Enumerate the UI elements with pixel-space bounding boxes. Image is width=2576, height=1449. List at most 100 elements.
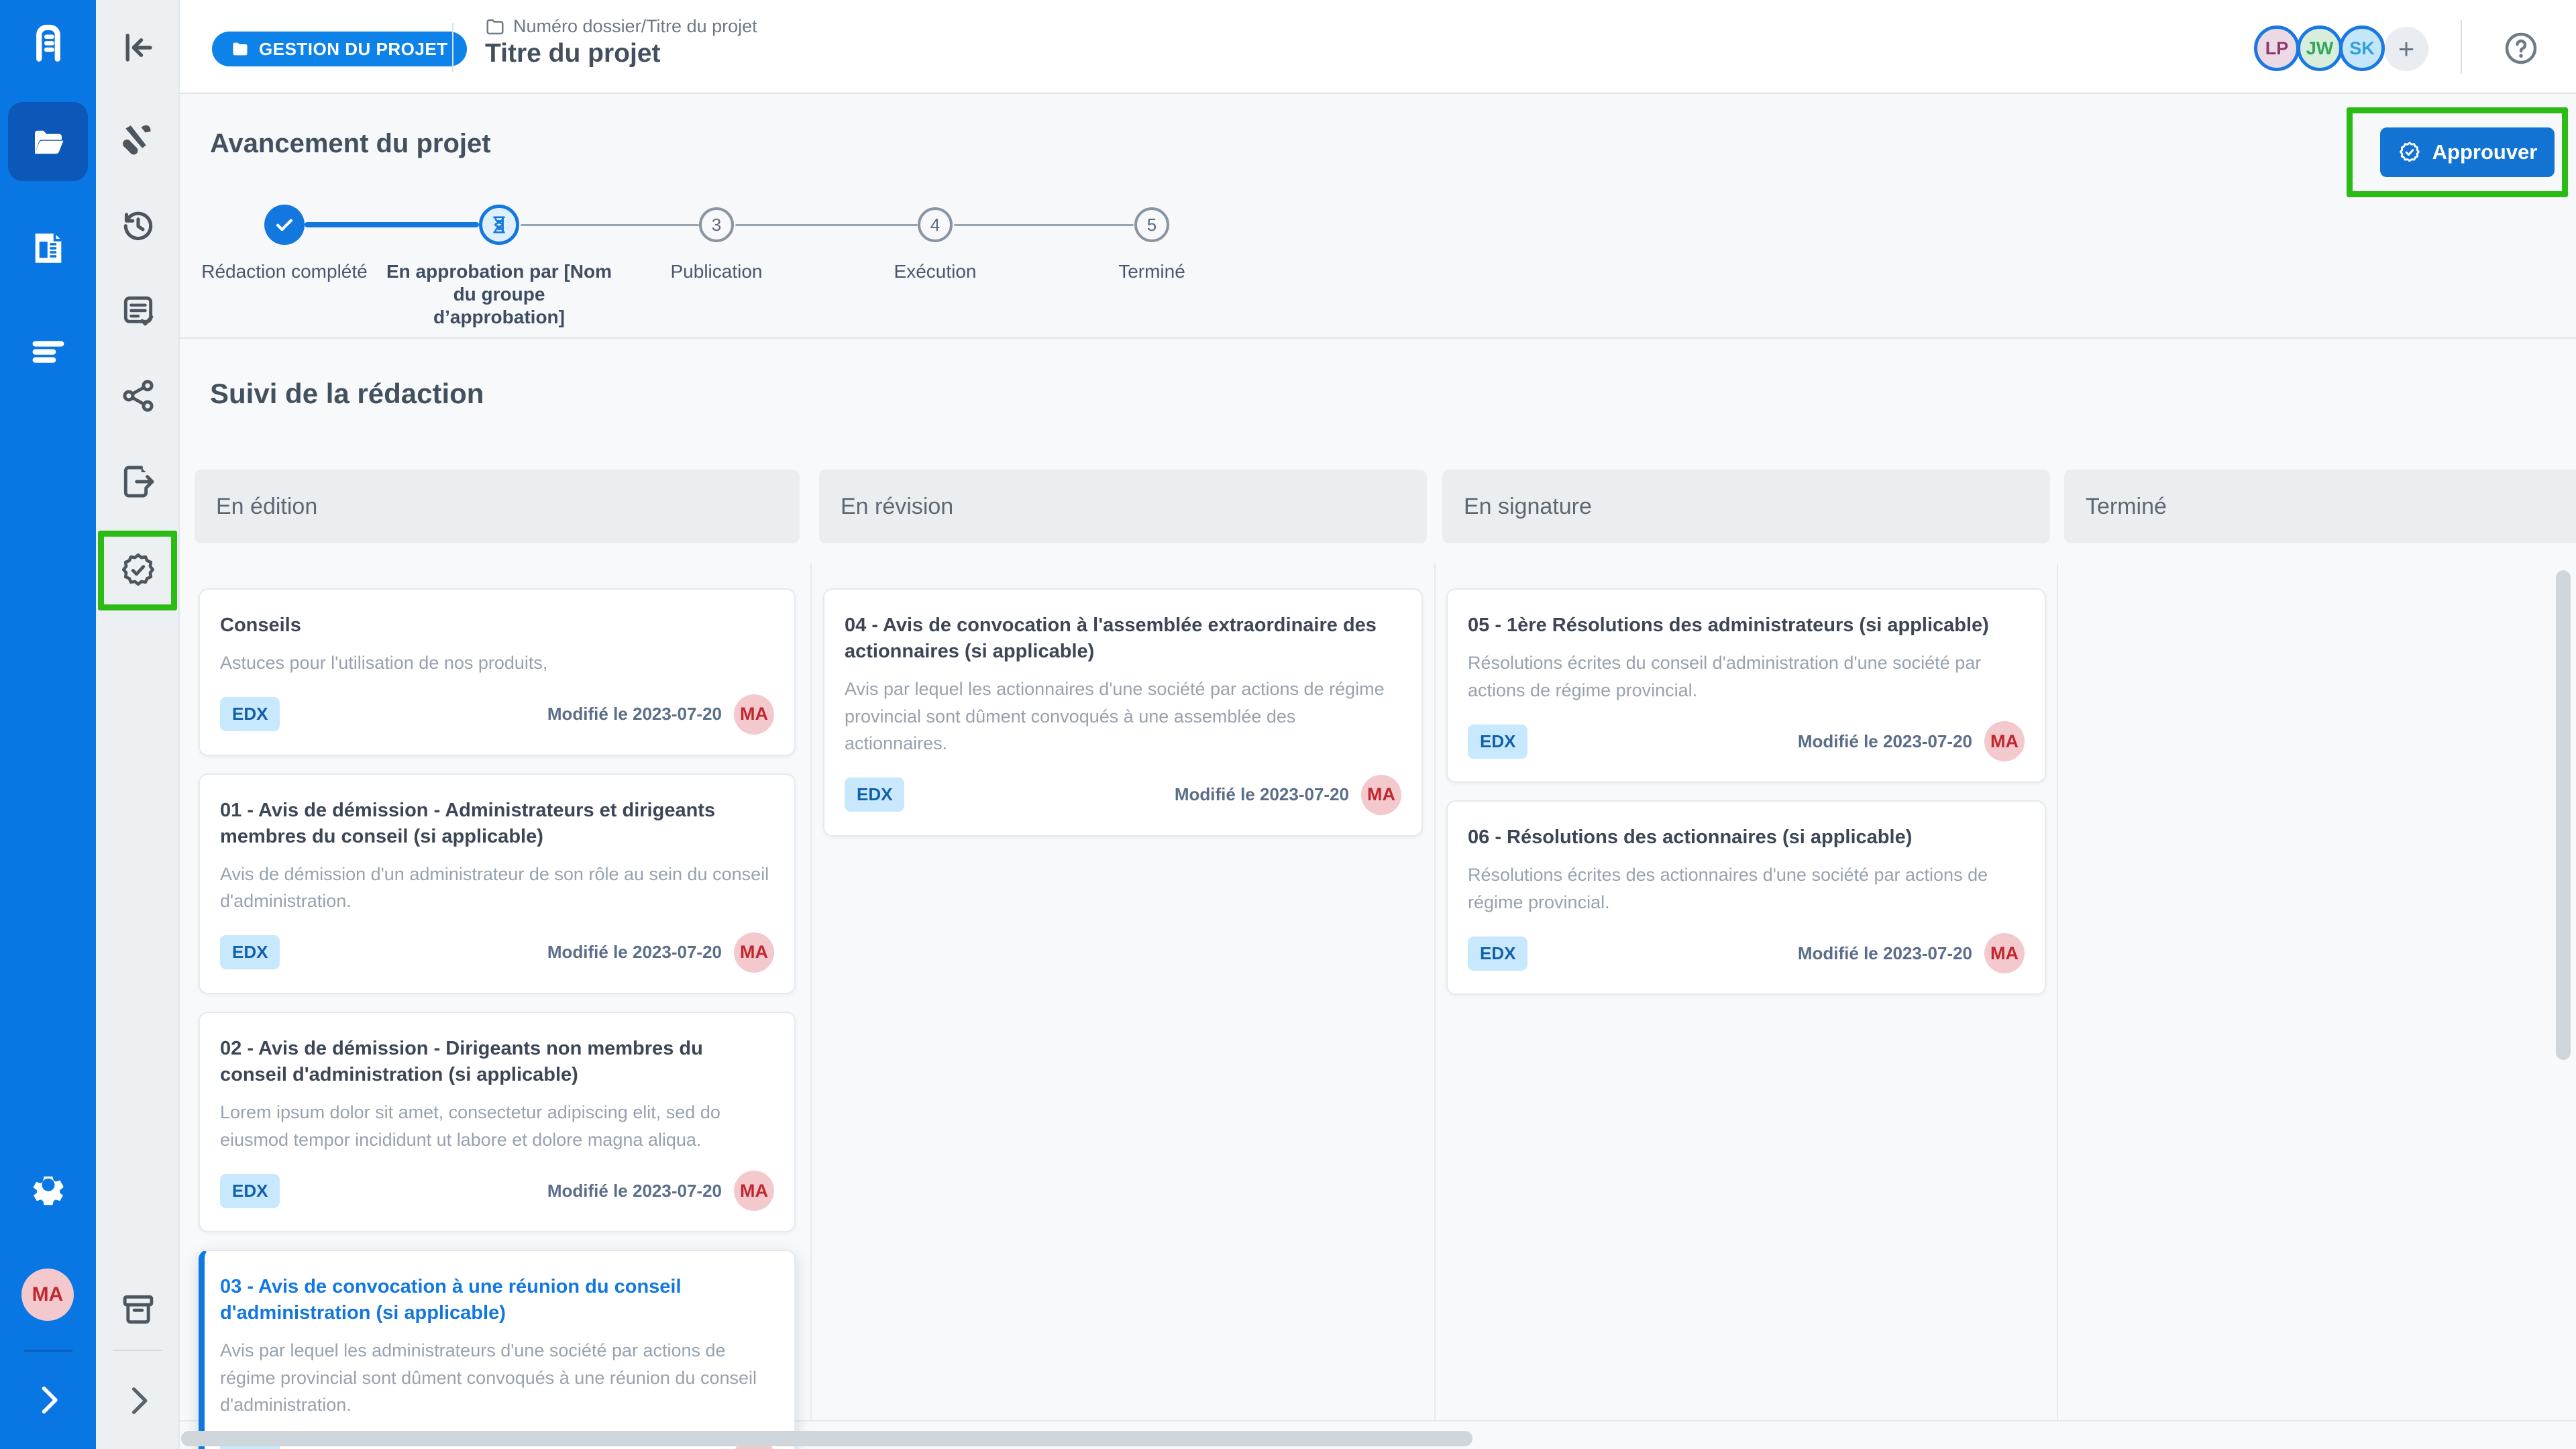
- column-divider: [1434, 564, 1436, 1420]
- project-management-badge[interactable]: GESTION DU PROJET: [212, 32, 467, 66]
- history-icon[interactable]: [117, 204, 159, 246]
- sidebar-divider: [113, 1350, 162, 1351]
- modified-date-label: Modifié le 2023-07-20: [547, 1181, 722, 1201]
- stepper-segment-done: [305, 222, 479, 227]
- card-description: Lorem ipsum dolor sit amet, consectetur …: [220, 1099, 774, 1153]
- member-avatar[interactable]: SK: [2339, 25, 2385, 71]
- sidebar-item-projects-active[interactable]: [8, 102, 88, 181]
- card-title: 04 - Avis de convocation à l'assemblée e…: [845, 612, 1401, 665]
- step-2-current-circle: [479, 205, 519, 245]
- current-user-avatar[interactable]: MA: [21, 1269, 74, 1321]
- card-footer: EDX Modifié le 2023-07-20 MA: [1468, 933, 2025, 973]
- card-title: 03 - Avis de convocation à une réunion d…: [220, 1274, 774, 1326]
- card-title: Conseils: [220, 612, 774, 639]
- kanban-card[interactable]: Conseils Astuces pour l'utilisation de n…: [199, 588, 796, 756]
- modified-date-label: Modifié le 2023-07-20: [1798, 731, 1972, 752]
- column-divider: [2057, 564, 2058, 1420]
- modified-date-label: Modifié le 2023-07-20: [547, 1446, 722, 1449]
- step-1-done-circle: [264, 205, 305, 245]
- modified-date-label: Modifié le 2023-07-20: [1175, 784, 1349, 805]
- step-2-label: En approbation par [Nom du groupe d’appr…: [385, 260, 613, 329]
- modified-date-label: Modifié le 2023-07-20: [1798, 943, 1972, 964]
- tools-icon[interactable]: [117, 119, 159, 160]
- card-avatar[interactable]: MA: [1984, 721, 2025, 761]
- kanban-card[interactable]: 03 - Avis de convocation à une réunion d…: [199, 1250, 796, 1449]
- card-avatar[interactable]: MA: [734, 694, 774, 735]
- collapse-panel-icon[interactable]: [117, 27, 159, 68]
- notes-check-icon[interactable]: [117, 290, 159, 331]
- member-avatar[interactable]: JW: [2297, 25, 2343, 71]
- card-description: Résolutions écrites du conseil d'adminis…: [1468, 649, 2025, 704]
- step-5-circle: 5: [1134, 207, 1169, 242]
- card-footer: EDX Modifié le 2023-07-20 MA: [845, 775, 1401, 815]
- kanban-card[interactable]: 05 - 1ère Résolutions des administrateur…: [1446, 588, 2046, 783]
- approvals-badge-check-icon[interactable]: [117, 549, 159, 591]
- step-5-label: Terminé: [1038, 260, 1266, 283]
- badge-check-icon: [2398, 140, 2422, 164]
- settings-gear-icon[interactable]: [0, 1169, 96, 1213]
- project-progress-section: Avancement du projet Approuver 3 4 5 Réd…: [180, 94, 2576, 339]
- modified-date-label: Modifié le 2023-07-20: [547, 704, 722, 724]
- column-en-edition: Conseils Astuces pour l'utilisation de n…: [195, 588, 800, 1449]
- sidebar-item-sections[interactable]: [0, 332, 96, 375]
- stepper-segment: [735, 224, 918, 226]
- card-footer: EDX Modifié le 2023-07-20 MA: [220, 1171, 774, 1211]
- breadcrumb-label: Numéro dossier/Titre du projet: [513, 16, 757, 37]
- step-number: 5: [1147, 215, 1157, 235]
- step-1-label: Rédaction complété: [170, 260, 398, 283]
- doc-type-badge: EDX: [1468, 936, 1527, 971]
- step-3-circle: 3: [699, 207, 734, 242]
- approve-button[interactable]: Approuver: [2380, 127, 2555, 177]
- kanban-card[interactable]: 01 - Avis de démission - Administrateurs…: [199, 773, 796, 994]
- card-title: 05 - 1ère Résolutions des administrateur…: [1468, 612, 2025, 639]
- kanban-card[interactable]: 04 - Avis de convocation à l'assemblée e…: [823, 588, 1423, 837]
- doc-type-badge: EDX: [1468, 724, 1527, 759]
- folder-icon: [231, 40, 250, 58]
- card-description: Avis par lequel les administrateurs d'un…: [220, 1337, 774, 1419]
- app-logo-icon[interactable]: [0, 16, 96, 68]
- add-member-button[interactable]: +: [2384, 27, 2428, 71]
- chevron-right-icon[interactable]: [0, 1380, 96, 1420]
- member-avatar[interactable]: LP: [2254, 25, 2300, 71]
- export-file-icon[interactable]: [117, 461, 159, 502]
- card-avatar[interactable]: MA: [734, 1171, 774, 1211]
- card-avatar[interactable]: MA: [1361, 775, 1401, 815]
- card-avatar[interactable]: MA: [1984, 933, 2025, 973]
- approve-button-label: Approuver: [2432, 140, 2538, 164]
- horizontal-scrollbar[interactable]: [181, 1431, 1472, 1446]
- column-header-en-signature: En signature: [1442, 470, 2050, 543]
- step-4-label: Exécution: [821, 260, 1049, 283]
- help-icon[interactable]: [2502, 30, 2540, 67]
- sidebar-item-documents[interactable]: [0, 227, 96, 270]
- hourglass-icon: [489, 215, 509, 235]
- step-4-circle: 4: [918, 207, 953, 242]
- archive-icon[interactable]: [117, 1289, 159, 1330]
- secondary-sidebar: [96, 0, 180, 1449]
- doc-type-badge: EDX: [220, 1174, 280, 1208]
- card-footer: EDX Modifié le 2023-07-20 MA: [220, 932, 774, 973]
- vertical-scrollbar[interactable]: [2556, 570, 2571, 1060]
- header-divider: [452, 23, 453, 72]
- folder-outline-icon: [485, 17, 505, 37]
- primary-sidebar: MA: [0, 0, 96, 1449]
- card-footer: EDX Modifié le 2023-07-20 MA: [220, 694, 774, 735]
- step-number: 4: [930, 215, 940, 235]
- stepper-segment: [521, 224, 699, 226]
- expand-panel-chevron-icon[interactable]: [117, 1380, 159, 1421]
- card-description: Résolutions écrites des actionnaires d'u…: [1468, 861, 2025, 916]
- card-title: 02 - Avis de démission - Dirigeants non …: [220, 1036, 774, 1088]
- kanban-card[interactable]: 06 - Résolutions des actionnaires (si ap…: [1446, 800, 2046, 995]
- column-divider: [810, 564, 812, 1420]
- share-icon[interactable]: [117, 375, 159, 417]
- check-icon: [273, 213, 296, 236]
- card-description: Astuces pour l'utilisation de nos produi…: [220, 649, 774, 677]
- card-description: Avis de démission d'un administrateur de…: [220, 861, 774, 915]
- card-avatar[interactable]: MA: [734, 932, 774, 973]
- breadcrumb[interactable]: Numéro dossier/Titre du projet: [485, 16, 757, 37]
- board-heading: Suivi de la rédaction: [210, 378, 484, 410]
- card-footer: EDX Modifié le 2023-07-20 MA: [1468, 721, 2025, 761]
- kanban-card[interactable]: 02 - Avis de démission - Dirigeants non …: [199, 1012, 796, 1232]
- step-number: 3: [712, 215, 721, 235]
- doc-type-badge: EDX: [220, 935, 280, 969]
- card-description: Avis par lequel les actionnaires d'une s…: [845, 676, 1401, 757]
